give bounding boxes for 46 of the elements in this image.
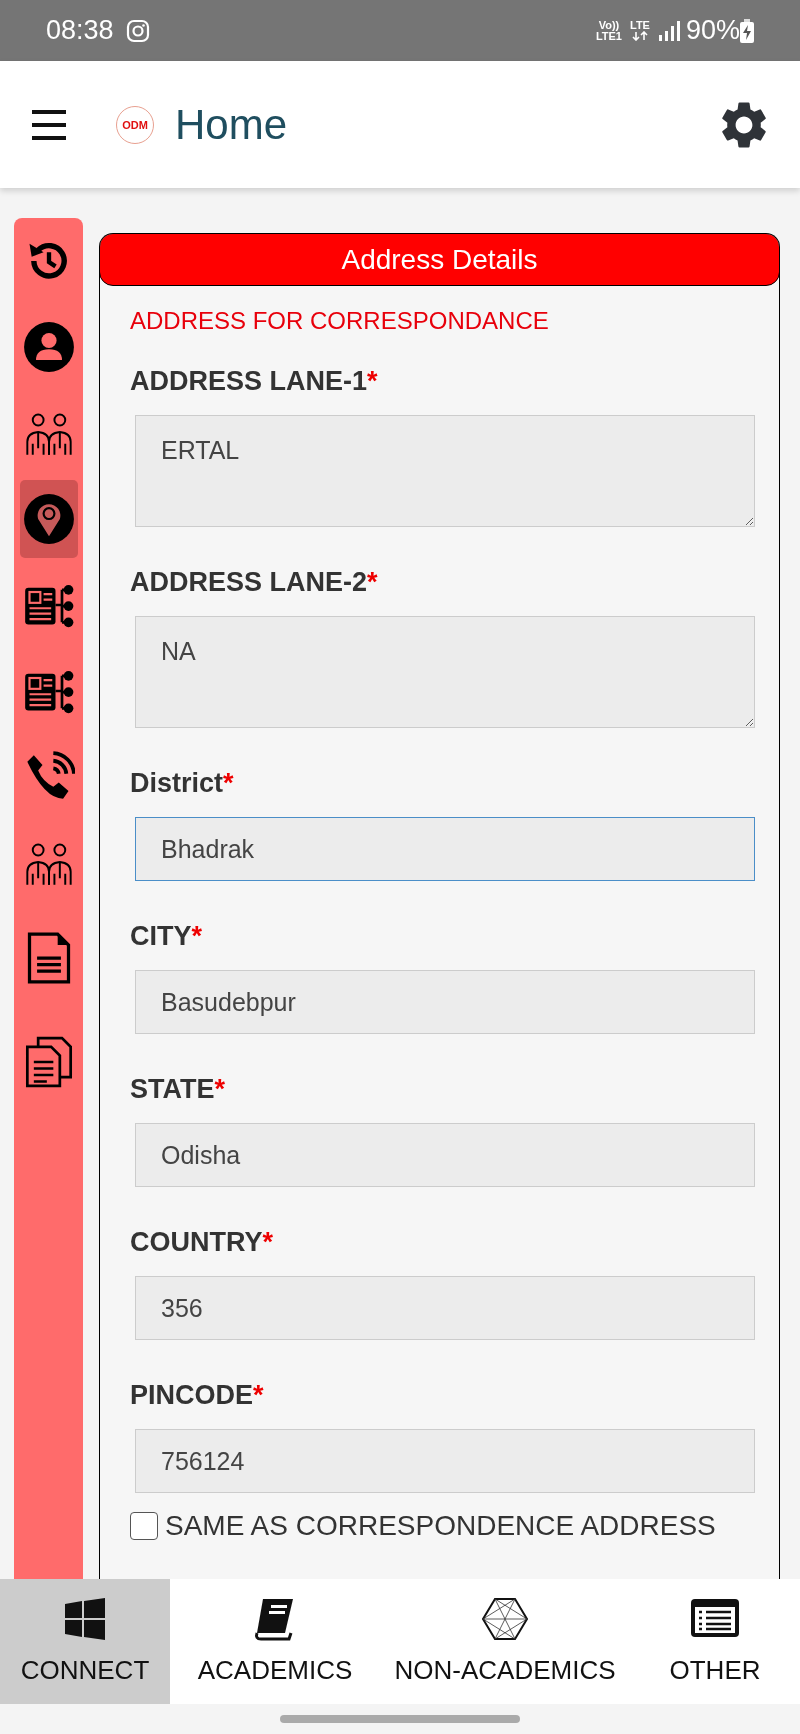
input-field[interactable]: Bhadrak [135, 817, 755, 881]
field-label: STATE [130, 1074, 215, 1104]
field-label: ADDRESS LANE-1 [130, 366, 368, 396]
nav-tab[interactable]: NON-ACADEMICS [380, 1579, 630, 1704]
battery-percent: 90% [685, 15, 740, 46]
checkbox-label[interactable]: SAME AS CORRESPONDENCE ADDRESS [165, 1510, 716, 1542]
required-mark: * [253, 1380, 264, 1410]
input-field[interactable]: ERTAL [135, 415, 755, 527]
input-field[interactable]: 756124 [135, 1429, 755, 1493]
input-field[interactable]: 356 [135, 1276, 755, 1340]
volte-label: Vo)) [598, 19, 620, 31]
required-mark: * [367, 567, 378, 597]
data-arrows-icon [631, 31, 648, 41]
field-label: CITY [130, 921, 192, 951]
sidebar-item[interactable] [19, 480, 78, 558]
checkbox[interactable] [130, 1512, 158, 1540]
status-time: 08:38 [46, 15, 114, 46]
input-field[interactable]: Odisha [135, 1123, 755, 1187]
input-field[interactable]: Basudebpur [135, 970, 755, 1034]
required-mark: * [223, 768, 234, 798]
field-label: COUNTRY [130, 1227, 263, 1257]
battery-charging-icon [740, 18, 754, 43]
field-label: ADDRESS LANE-2 [130, 567, 368, 597]
volte-sublabel: LTE1 [595, 30, 622, 42]
menu-icon[interactable] [32, 109, 66, 140]
field-label: PINCODE [130, 1380, 254, 1410]
required-mark: * [367, 366, 378, 396]
required-mark: * [214, 1074, 225, 1104]
school-logo: ODM [116, 105, 154, 144]
camera-app-icon [125, 18, 150, 43]
location-pin-icon[interactable] [22, 493, 75, 545]
card-title: Address Details [100, 234, 779, 286]
hexagon-mesh-icon [479, 1597, 531, 1641]
required-mark: * [262, 1227, 273, 1257]
nav-tab[interactable]: CONNECT [0, 1579, 170, 1704]
page-title: Home [175, 100, 288, 149]
nav-tab[interactable]: OTHER [630, 1579, 800, 1704]
field-label: District [130, 768, 224, 798]
data-label: LTE [630, 20, 650, 31]
nav-tab[interactable]: ACADEMICS [170, 1579, 380, 1704]
required-mark: * [191, 921, 203, 951]
signal-icon [657, 19, 680, 42]
user-icon[interactable] [22, 321, 75, 373]
section-subtitle: ADDRESS FOR CORRESPONDANCE [130, 306, 550, 336]
gesture-handle[interactable] [280, 1715, 520, 1723]
input-field[interactable]: NA [135, 616, 755, 728]
